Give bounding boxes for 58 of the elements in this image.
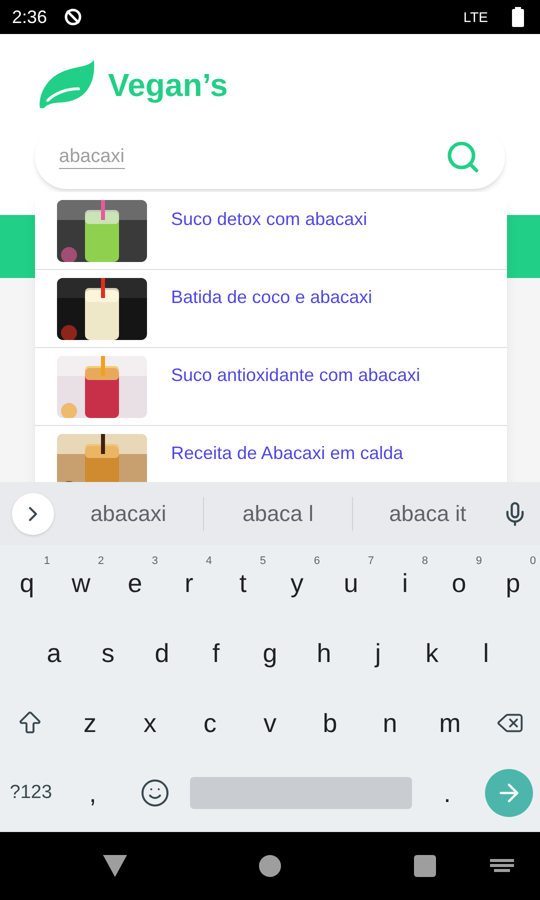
keyboard-key[interactable]: q 1 bbox=[0, 549, 54, 619]
keyboard-key[interactable]: z bbox=[60, 688, 120, 758]
key-hint: 2 bbox=[98, 554, 104, 569]
keyboard-key[interactable]: l bbox=[459, 618, 513, 688]
result-item[interactable]: Suco detox com abacaxi bbox=[35, 192, 507, 270]
keyboard-key[interactable]: x bbox=[120, 688, 180, 758]
suggestion-chip[interactable]: abaca it bbox=[353, 497, 502, 530]
keyboard-key[interactable]: i 8 bbox=[378, 549, 432, 619]
key-hint: 6 bbox=[314, 554, 320, 569]
network-label: LTE bbox=[463, 8, 488, 26]
keyboard-key[interactable]: n bbox=[360, 688, 420, 758]
clock: 2:36 bbox=[12, 6, 48, 28]
keyboard-key[interactable]: f bbox=[189, 618, 243, 688]
keyboard-key[interactable]: v bbox=[240, 688, 300, 758]
key-hint: 3 bbox=[152, 554, 158, 569]
result-title: Receita de Abacaxi em calda bbox=[171, 442, 404, 465]
result-item[interactable]: Suco antioxidante com abacaxi bbox=[35, 348, 507, 426]
key-hint: 4 bbox=[206, 554, 212, 569]
sync-off-icon bbox=[63, 7, 84, 27]
key-hint: 5 bbox=[260, 554, 266, 569]
back-icon[interactable] bbox=[103, 855, 127, 877]
emoji-icon bbox=[140, 778, 170, 808]
keyboard-key[interactable]: a bbox=[27, 618, 81, 688]
key-hint: 0 bbox=[530, 554, 536, 569]
app-title: Vegan’s bbox=[108, 66, 228, 105]
keyboard-key[interactable]: b bbox=[300, 688, 360, 758]
keyboard-key[interactable]: c bbox=[180, 688, 240, 758]
battery-icon bbox=[512, 7, 524, 27]
key-hint: 9 bbox=[476, 554, 482, 569]
result-title: Suco detox com abacaxi bbox=[171, 208, 368, 231]
keyboard-key[interactable]: , bbox=[62, 758, 124, 828]
keyboard-key[interactable]: o 9 bbox=[432, 549, 486, 619]
result-title: Batida de coco e abacaxi bbox=[171, 286, 372, 309]
keyboard-key[interactable]: m bbox=[420, 688, 480, 758]
home-icon[interactable] bbox=[259, 855, 281, 877]
result-item[interactable]: Batida de coco e abacaxi bbox=[35, 270, 507, 348]
keyboard-key[interactable]: e 3 bbox=[108, 549, 162, 619]
keyboard-key[interactable]: y 6 bbox=[270, 549, 324, 619]
keyboard-key[interactable]: s bbox=[81, 618, 135, 688]
keyboard-key[interactable]: j bbox=[351, 618, 405, 688]
keyboard-key[interactable]: t 5 bbox=[216, 549, 270, 619]
keyboard-key[interactable]: . bbox=[416, 758, 478, 828]
keyboard-key[interactable]: p 0 bbox=[486, 549, 540, 619]
keyboard-key[interactable]: k bbox=[405, 618, 459, 688]
keyboard-key[interactable]: r 4 bbox=[162, 549, 216, 619]
keyboard-key[interactable]: w 2 bbox=[54, 549, 108, 619]
keyboard-key[interactable]: d bbox=[135, 618, 189, 688]
keyboard-key[interactable]: u 7 bbox=[324, 549, 378, 619]
suggestion-chip[interactable]: abacaxi bbox=[54, 497, 203, 530]
keyboard-key[interactable]: g bbox=[243, 618, 297, 688]
symbols-key[interactable]: ?123 bbox=[0, 758, 62, 828]
keyboard-icon[interactable] bbox=[490, 859, 514, 873]
key-hint: 7 bbox=[368, 554, 374, 569]
keyboard-key[interactable]: h bbox=[297, 618, 351, 688]
suggestion-chip[interactable]: abaca l bbox=[204, 497, 352, 530]
key-hint: 1 bbox=[44, 554, 50, 569]
key-hint: 8 bbox=[422, 554, 428, 569]
result-title: Suco antioxidante com abacaxi bbox=[171, 364, 420, 387]
